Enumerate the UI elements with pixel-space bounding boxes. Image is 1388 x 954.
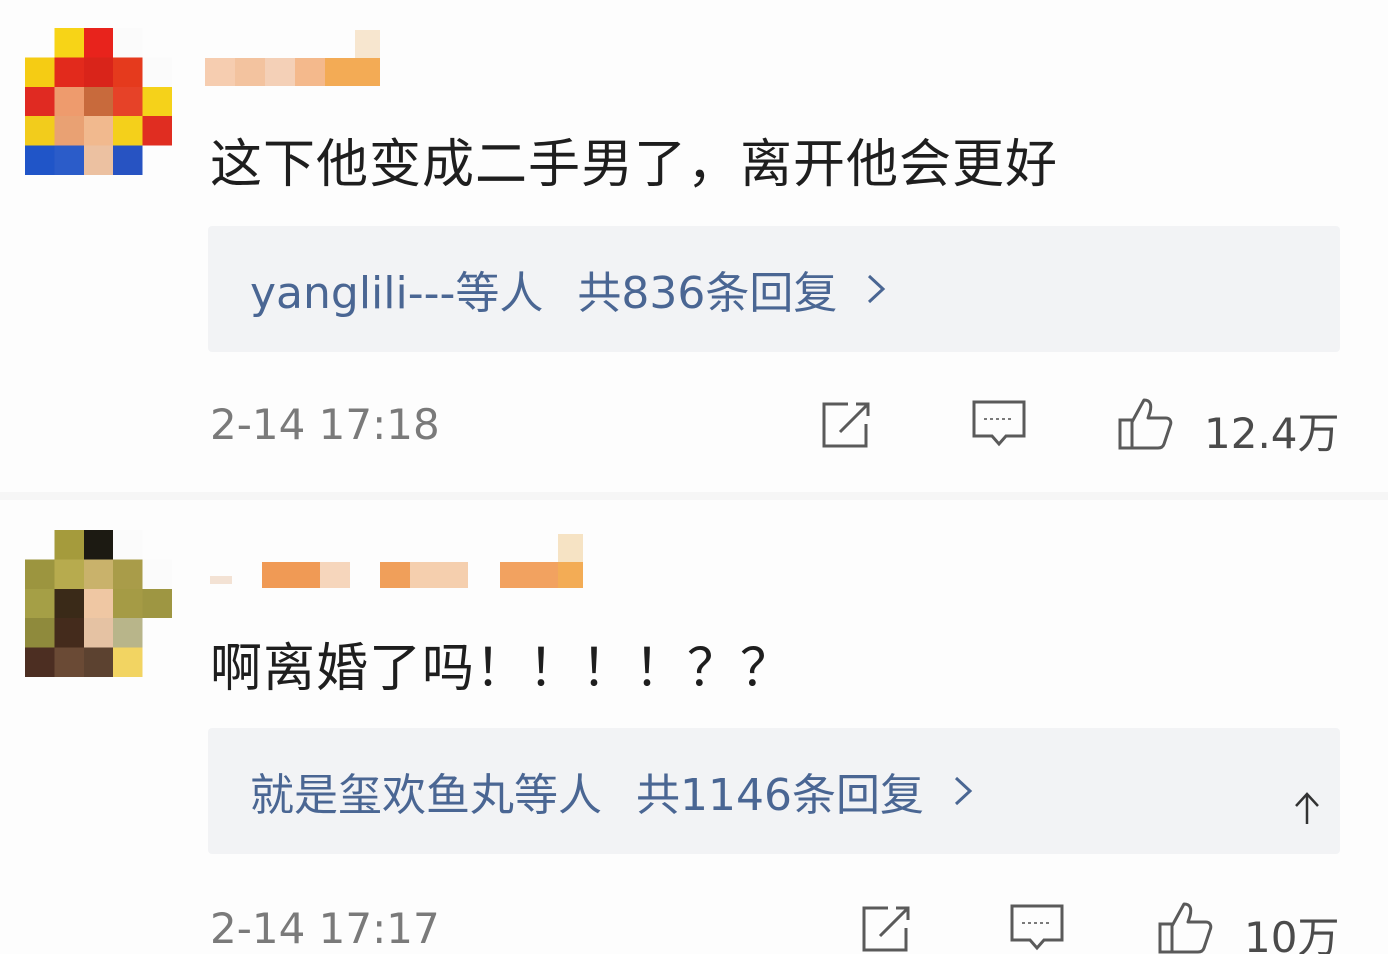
reply-users[interactable]: yanglili---等人 (250, 257, 543, 321)
avatar[interactable] (25, 530, 172, 677)
comment-meta: 2-14 17:17 10万 (208, 894, 1348, 954)
chevron-right-icon (865, 270, 887, 308)
share-icon (862, 906, 910, 952)
share-button[interactable] (818, 396, 876, 452)
avatar-mosaic (25, 28, 172, 175)
username-blurred[interactable] (205, 530, 595, 588)
arrow-up-icon (1295, 792, 1319, 824)
comment-button[interactable] (970, 396, 1028, 452)
timestamp: 2-14 17:18 (210, 400, 440, 449)
like-count: 10万 (1244, 913, 1340, 954)
reply-total[interactable]: 共1146条回复 (636, 759, 924, 823)
comment-text: 啊离婚了吗！！！！？？ (210, 639, 794, 699)
share-button[interactable] (858, 900, 916, 954)
comment-text: 这下他变成二手男了，离开他会更好 (210, 135, 1059, 195)
username-mosaic (205, 30, 380, 86)
like-button[interactable] (1156, 900, 1214, 954)
like-count: 12.4万 (1204, 409, 1340, 458)
avatar-mosaic (25, 530, 172, 677)
reply-summary[interactable]: 就是玺欢鱼丸等人 共1146条回复 (208, 728, 1340, 854)
thumbs-up-icon (1158, 902, 1213, 954)
reply-total[interactable]: 共836条回复 (577, 257, 837, 321)
timestamp: 2-14 17:17 (210, 904, 440, 953)
comment-icon (1010, 904, 1064, 951)
like-button[interactable] (1116, 396, 1174, 452)
comment-divider (0, 492, 1388, 500)
chevron-right-icon (952, 772, 974, 810)
avatar[interactable] (25, 28, 172, 175)
comment-feed: 这下他变成二手男了，离开他会更好 yanglili---等人 共836条回复 2… (0, 0, 1388, 954)
thumbs-up-icon (1118, 398, 1173, 450)
reply-summary[interactable]: yanglili---等人 共836条回复 (208, 226, 1340, 352)
comment-icon (972, 400, 1026, 447)
comment-meta: 2-14 17:18 12.4万 (208, 390, 1348, 460)
username-blurred[interactable] (205, 28, 385, 86)
comment-button[interactable] (1008, 900, 1066, 954)
comment-item: 啊离婚了吗！！！！？？ 就是玺欢鱼丸等人 共1146条回复 2-14 17:17 (0, 500, 1388, 954)
username-mosaic (210, 534, 583, 588)
scroll-to-top-button[interactable] (1292, 790, 1322, 826)
share-icon (822, 402, 870, 448)
reply-users[interactable]: 就是玺欢鱼丸等人 (250, 759, 602, 823)
comment-item: 这下他变成二手男了，离开他会更好 yanglili---等人 共836条回复 2… (0, 0, 1388, 490)
